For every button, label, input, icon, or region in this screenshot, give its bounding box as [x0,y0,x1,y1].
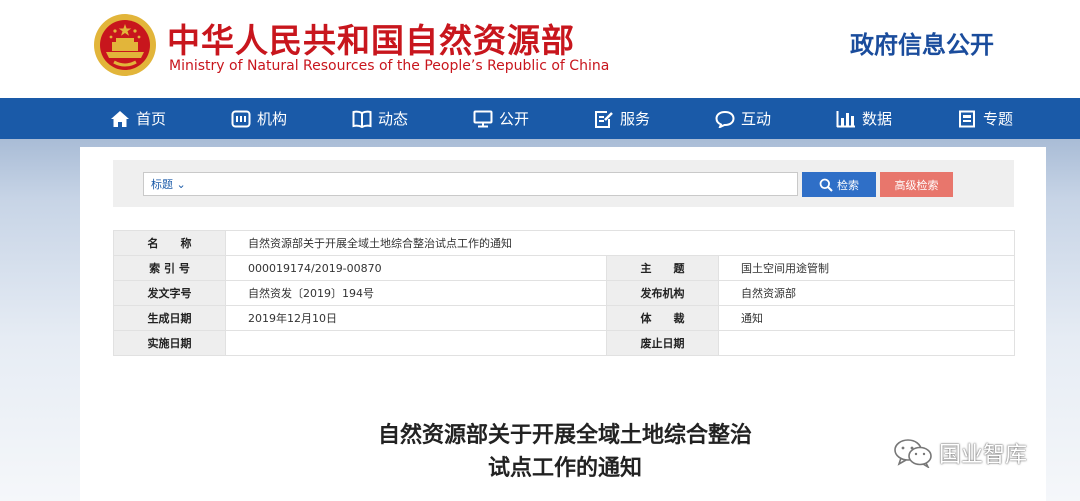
advanced-search-button[interactable]: 高级检索 [880,172,953,197]
table-row: 发文字号 自然资发〔2019〕194号 发布机构 自然资源部 [113,280,1016,306]
monitor-icon [473,110,493,127]
table-row: 实施日期 废止日期 [113,330,1016,356]
index-label: 索 引 号 [113,255,226,281]
edit-icon [595,110,613,128]
chat-icon [715,110,735,128]
doc-number-value: 自然资发〔2019〕194号 [225,280,607,306]
document-icon [959,110,975,127]
org-icon [231,110,251,127]
nav-label: 首页 [136,110,167,128]
issuer-label: 发布机构 [606,280,719,306]
home-icon [111,110,129,127]
nav-item-org[interactable]: 机构 [231,98,287,139]
issuer-value: 自然资源部 [717,280,1016,306]
table-row: 生成日期 2019年12月10日 体 裁 通知 [113,305,1016,331]
nav-label: 公开 [499,110,530,128]
subject-value: 国土空间用途管制 [717,255,1016,281]
nav-item-news[interactable]: 动态 [352,98,408,139]
nav-label: 互动 [741,110,772,128]
main-nav: 首页 机构 动态 公开 服务 互动 数据 专题 [0,98,1080,139]
document-title-line1: 自然资源部关于开展全域土地综合整治 [377,423,752,448]
site-title[interactable]: 中华人民共和国自然资源部 [167,14,575,62]
date-label: 生成日期 [113,305,226,331]
document-title-line2: 试点工作的通知 [487,456,642,481]
date-value: 2019年12月10日 [225,305,607,331]
repeal-date-label: 废止日期 [606,330,719,356]
chevron-down-icon: ⌄ [176,178,186,191]
bar-chart-icon [836,110,855,127]
genre-value: 通知 [717,305,1016,331]
genre-label: 体 裁 [606,305,719,331]
subject-label: 主 题 [606,255,719,281]
implementation-date-label: 实施日期 [113,330,226,356]
search-button[interactable]: 检索 [802,172,876,197]
nav-label: 专题 [983,110,1014,128]
index-value: 000019174/2019-00870 [225,255,607,281]
nav-item-home[interactable]: 首页 [110,98,166,139]
national-emblem-icon[interactable] [92,12,158,78]
site-header: 中华人民共和国自然资源部 Ministry of Natural Resourc… [0,0,1080,98]
nav-item-interact[interactable]: 互动 [715,98,771,139]
table-row: 索 引 号 000019174/2019-00870 主 题 国土空间用途管制 [113,255,1016,281]
gov-info-link[interactable]: 政府信息公开 [850,25,994,60]
nav-label: 动态 [378,110,409,128]
nav-label: 数据 [862,110,893,128]
document-metadata-table: 名 称 自然资源部关于开展全域土地综合整治试点工作的通知 索 引 号 00001… [113,230,1016,356]
table-row: 名 称 自然资源部关于开展全域土地综合整治试点工作的通知 [113,230,1016,256]
nav-item-open[interactable]: 公开 [473,98,529,139]
search-scope-dropdown[interactable]: 标题 ⌄ [151,176,186,192]
repeal-date-value [717,330,1016,356]
doc-number-label: 发文字号 [113,280,226,306]
implementation-date-value [225,330,607,356]
watermark: 国业智库 [893,437,1027,469]
site-title-english: Ministry of Natural Resources of the Peo… [169,58,610,74]
search-icon [819,178,833,192]
search-scope-label: 标题 [151,178,173,191]
document-title: 自然资源部关于开展全域土地综合整治 试点工作的通知 [340,419,790,485]
name-label: 名 称 [113,230,226,256]
search-button-label: 检索 [837,178,859,192]
nav-label: 机构 [257,110,288,128]
book-icon [352,110,372,128]
search-input[interactable] [143,172,798,196]
nav-label: 服务 [620,110,651,128]
name-value: 自然资源部关于开展全域土地综合整治试点工作的通知 [224,230,1016,256]
nav-item-data[interactable]: 数据 [836,98,892,139]
nav-item-topics[interactable]: 专题 [957,98,1013,139]
watermark-text: 国业智库 [939,443,1028,468]
wechat-icon [894,439,932,468]
nav-item-service[interactable]: 服务 [594,98,650,139]
